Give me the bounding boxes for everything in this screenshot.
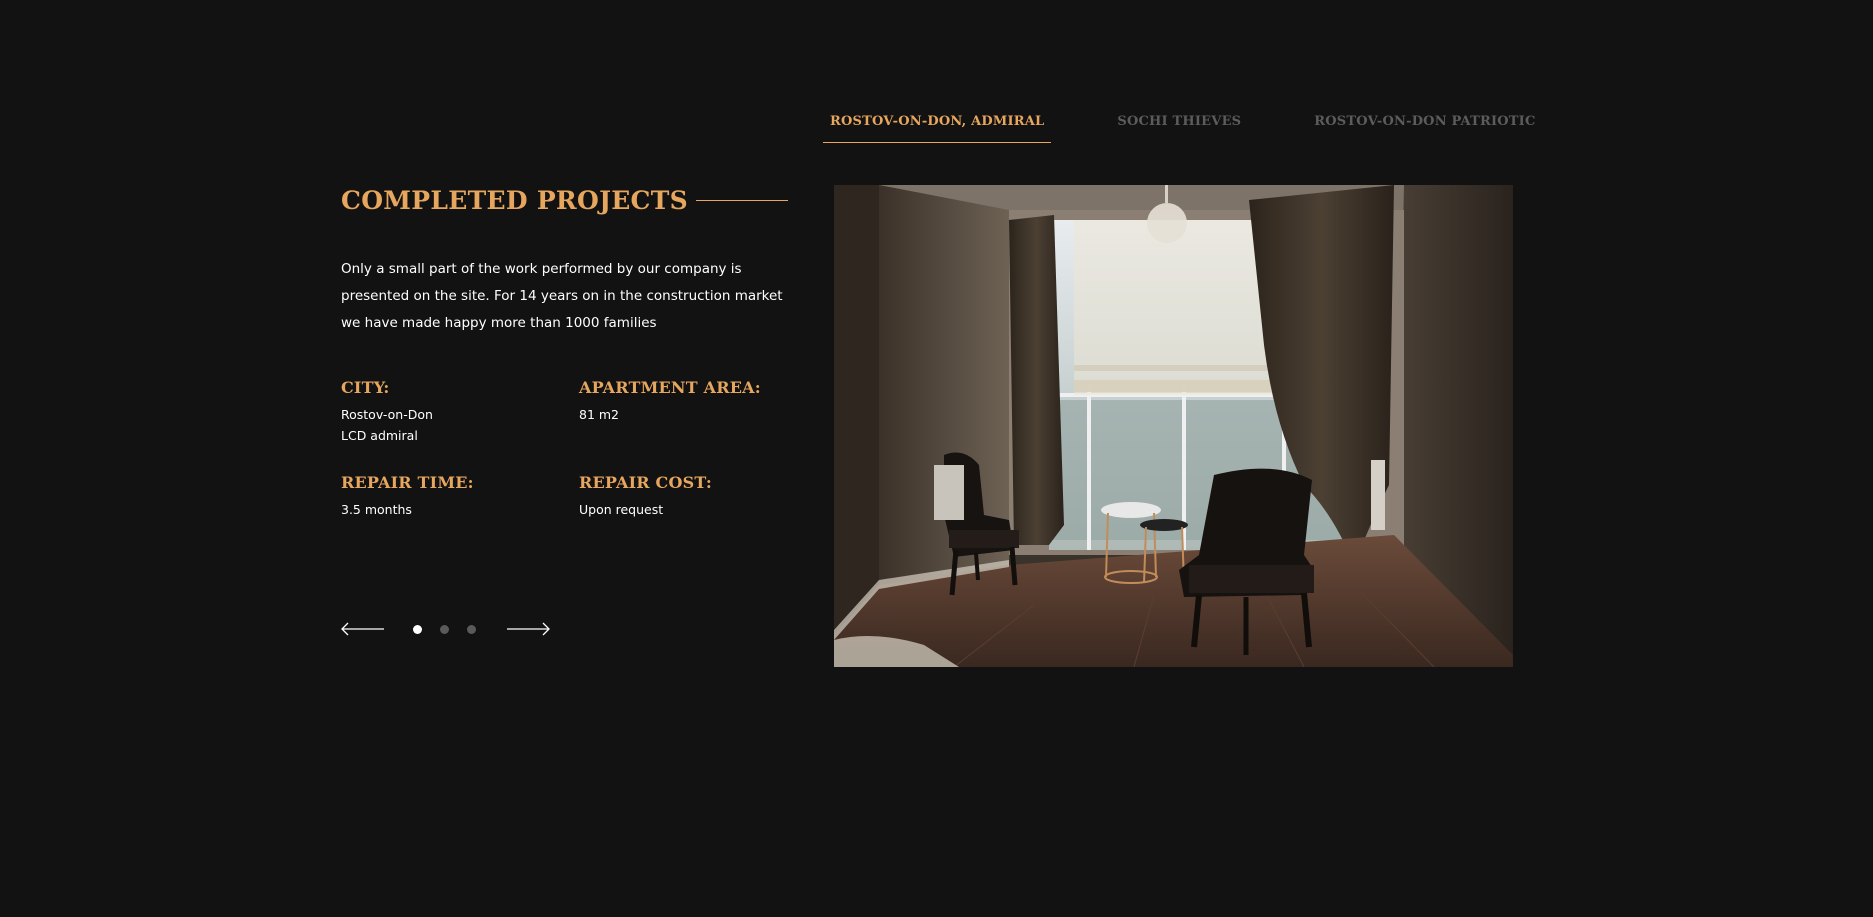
city-label: CITY: xyxy=(341,378,390,397)
arrow-right-icon[interactable] xyxy=(506,619,550,639)
city-value-line1: Rostov-on-Don xyxy=(341,407,433,422)
section-title: COMPLETED PROJECTS xyxy=(341,186,689,215)
city-value-line2: LCD admiral xyxy=(341,428,418,443)
tab-sochi-thieves[interactable]: SOCHI THIEVES xyxy=(1110,104,1248,143)
cost-value: Upon request xyxy=(579,502,664,517)
section-intro: Only a small part of the work performed … xyxy=(341,261,783,331)
info-city: CITY: Rostov-on-Don LCD admiral xyxy=(341,378,579,446)
area-value: 81 m2 xyxy=(579,407,620,422)
arrow-left-icon[interactable] xyxy=(341,619,385,639)
info-time: REPAIR TIME: 3.5 months xyxy=(341,473,579,520)
project-info: CITY: Rostov-on-Don LCD admiral APARTMEN… xyxy=(341,378,817,520)
time-value: 3.5 months xyxy=(341,502,412,517)
info-area: APARTMENT AREA: 81 m2 xyxy=(579,378,817,446)
slider-dot-1[interactable] xyxy=(413,624,422,634)
project-photo xyxy=(834,185,1513,667)
page: ROSTOV-ON-DON, ADMIRAL SOCHI THIEVES ROS… xyxy=(0,0,1873,917)
tab-rostov-patriotic[interactable]: ROSTOV-ON-DON PATRIOTIC xyxy=(1307,104,1542,143)
tab-rostov-admiral[interactable]: ROSTOV-ON-DON, ADMIRAL xyxy=(823,104,1052,143)
info-cost: REPAIR COST: Upon request xyxy=(579,473,817,520)
time-label: REPAIR TIME: xyxy=(341,473,474,492)
slider-dots xyxy=(413,624,476,634)
slider-nav xyxy=(341,619,550,639)
slider-dot-3[interactable] xyxy=(467,624,476,634)
project-tabs: ROSTOV-ON-DON, ADMIRAL SOCHI THIEVES ROS… xyxy=(823,104,1543,143)
area-label: APARTMENT AREA: xyxy=(579,378,761,397)
title-divider xyxy=(696,200,789,201)
slider-dot-2[interactable] xyxy=(440,624,449,634)
section-heading: COMPLETED PROJECTS xyxy=(341,186,789,215)
cost-label: REPAIR COST: xyxy=(579,473,712,492)
